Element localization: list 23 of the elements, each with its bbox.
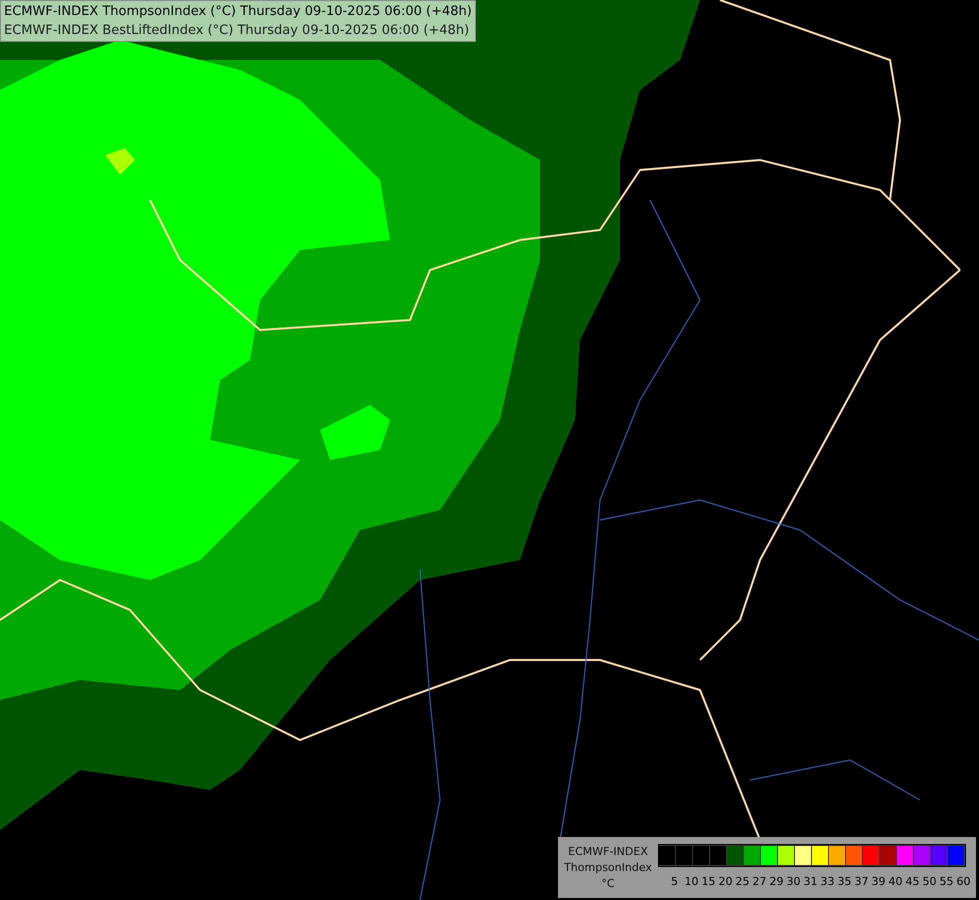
scale-tick-label: 27 (752, 875, 768, 888)
scale-tick-label: 39 (870, 875, 886, 888)
scale-tick-label: 20 (718, 875, 734, 888)
scale-tick-label: 37 (854, 875, 870, 888)
legend-label: °C (600, 876, 616, 892)
scale-tick-label: 60 (956, 875, 972, 888)
scale-tick-label: 29 (768, 875, 784, 888)
scale-tick-label: 25 (734, 875, 750, 888)
map-title: ECMWF-INDEX ThompsonIndex (°C) Thursday 09-10-2025 06:00 (+48h) (4, 3, 472, 21)
scale-tick-label: 30 (786, 875, 802, 888)
legend-label: ThompsonIndex (563, 860, 653, 876)
scale-tick-label: 55 (938, 875, 954, 888)
scale-tick-label: 33 (820, 875, 836, 888)
map-title: ECMWF-INDEX BestLiftedIndex (°C) Thursday 09-10-2025 06:00 (+48h) (4, 22, 470, 40)
scale-tick-label: 50 (922, 875, 938, 888)
scale-tick-label: 31 (802, 875, 818, 888)
scale-tick-label: 15 (700, 875, 716, 888)
scale-tick-label: 40 (888, 875, 904, 888)
scale-tick-label: 10 (684, 875, 700, 888)
legend-label: ECMWF-INDEX (567, 844, 649, 860)
scale-tick-label: 5 (670, 875, 679, 888)
scale-tick-label: 35 (836, 875, 852, 888)
scale-tick-label: 45 (904, 875, 920, 888)
